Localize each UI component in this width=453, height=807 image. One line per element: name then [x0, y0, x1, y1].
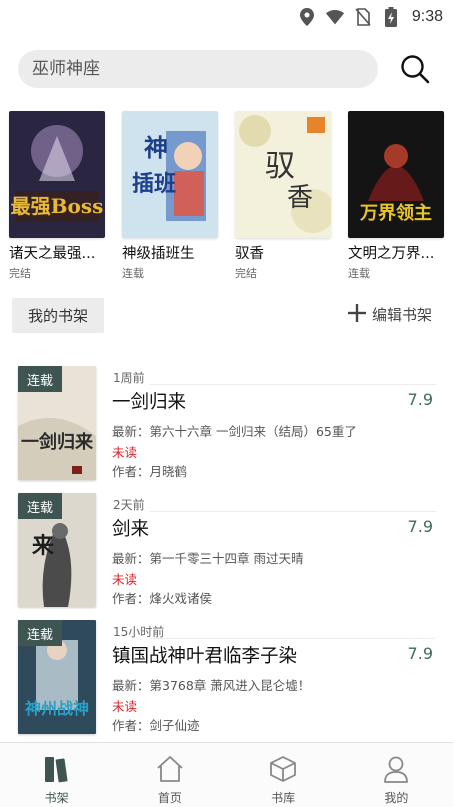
nav-bookshelf[interactable]: 书架 — [0, 743, 113, 807]
svg-text:香: 香 — [287, 183, 313, 213]
book-status: 完结 — [235, 267, 257, 280]
svg-text:神: 神 — [144, 133, 168, 162]
cube-icon — [266, 752, 300, 786]
svg-text:一剑归来: 一剑归来 — [21, 431, 94, 453]
edit-shelf-label: 编辑书架 — [371, 305, 432, 324]
recommended-book[interactable]: 神 插班 神级插班生 连载 — [122, 111, 218, 281]
serializing-badge: 连载 — [18, 366, 62, 392]
book-status: 连载 — [122, 267, 144, 280]
book-status: 连载 — [348, 267, 370, 280]
book-cover: 神 插班 — [122, 111, 218, 238]
wifi-icon — [325, 8, 344, 26]
nav-profile[interactable]: 我的 — [340, 743, 453, 807]
book-cover: 神州战神 连载 — [18, 620, 96, 734]
unread-label: 未读 — [112, 445, 138, 460]
nav-home[interactable]: 首页 — [113, 743, 226, 807]
serializing-badge: 连载 — [18, 493, 62, 519]
svg-text:神州战神: 神州战神 — [25, 699, 89, 718]
battery-charging-icon — [382, 7, 400, 27]
user-icon — [379, 752, 413, 786]
search-box[interactable] — [18, 50, 378, 88]
book-score: 7.9 — [407, 517, 433, 536]
book-score: 7.9 — [407, 390, 433, 409]
my-bookshelf-tab[interactable]: 我的书架 — [12, 298, 104, 333]
recommended-book[interactable]: 万界领主 文明之万界... 连载 — [348, 111, 444, 281]
status-bar: 9:38 — [0, 0, 453, 34]
nav-library[interactable]: 书库 — [227, 743, 340, 807]
nav-label: 书库 — [271, 791, 296, 805]
book-row[interactable]: 神州战神 连载 15小时前 镇国战神叶君临李子染 7.9 最新：第3768章 萧… — [0, 620, 453, 735]
shelf-header: 我的书架 编辑书架 — [12, 298, 442, 334]
svg-text:来: 来 — [31, 533, 55, 559]
book-author: 作者：月晓鹤 — [112, 464, 188, 479]
location-icon — [298, 8, 316, 26]
bookshelf-icon — [40, 752, 74, 786]
divider — [150, 384, 436, 385]
unread-label: 未读 — [112, 572, 138, 587]
update-time: 1周前 — [113, 371, 145, 385]
nav-label: 我的 — [384, 791, 409, 805]
latest-chapter: 最新：第3768章 萧风进入昆仑墟！ — [112, 678, 311, 693]
recommended-book[interactable]: 最强Boss 诸天之最强... 完结 — [9, 111, 105, 281]
search-row — [18, 50, 438, 90]
serializing-badge: 连载 — [18, 620, 62, 646]
bottom-nav: 书架 首页 书库 我的 — [0, 742, 453, 807]
book-title: 剑来 — [112, 519, 150, 540]
book-row[interactable]: 来 连载 2天前 剑来 7.9 最新：第一千零三十四章 雨过天晴 未读 作者：烽… — [0, 493, 453, 608]
book-cover: 来 连载 — [18, 493, 96, 607]
book-author: 作者：烽火戏诸侯 — [112, 591, 213, 606]
clock: 9:38 — [411, 8, 443, 25]
search-icon[interactable] — [398, 52, 432, 86]
nav-label: 首页 — [157, 791, 182, 805]
search-input[interactable] — [32, 59, 352, 79]
home-icon — [153, 752, 187, 786]
plus-icon — [347, 302, 366, 326]
book-title: 神级插班生 — [122, 246, 195, 262]
book-cover: 万界领主 — [348, 111, 444, 238]
latest-chapter: 最新：第六十六章 一剑归来（结局）65重了 — [112, 424, 357, 439]
svg-text:最强Boss: 最强Boss — [11, 194, 104, 218]
recommended-books: 最强Boss 诸天之最强... 完结 神 插班 神级插班生 连载 驭 香 驭香 … — [0, 111, 453, 280]
book-score: 7.9 — [407, 644, 433, 663]
book-status: 完结 — [9, 267, 31, 280]
book-title: 一剑归来 — [112, 392, 187, 413]
book-row[interactable]: 一剑归来 连载 1周前 一剑归来 7.9 最新：第六十六章 一剑归来（结局）65… — [0, 366, 453, 481]
book-title: 文明之万界... — [348, 246, 435, 262]
divider — [150, 511, 436, 512]
svg-text:插班: 插班 — [132, 171, 176, 197]
recommended-book[interactable]: 驭 香 驭香 完结 — [235, 111, 331, 281]
book-title: 诸天之最强... — [9, 246, 96, 262]
latest-chapter: 最新：第一千零三十四章 雨过天晴 — [112, 551, 304, 566]
update-time: 2天前 — [113, 498, 145, 512]
unread-label: 未读 — [112, 699, 138, 714]
svg-text:驭: 驭 — [265, 149, 295, 184]
svg-text:万界领主: 万界领主 — [359, 202, 432, 224]
edit-shelf-button[interactable]: 编辑书架 — [347, 302, 432, 326]
book-title: 驭香 — [235, 246, 264, 262]
no-sim-icon — [354, 8, 372, 26]
book-cover: 一剑归来 连载 — [18, 366, 96, 480]
book-title: 镇国战神叶君临李子染 — [112, 646, 298, 667]
divider — [150, 638, 436, 639]
book-cover: 最强Boss — [9, 111, 105, 238]
book-author: 作者：剑子仙迹 — [112, 718, 200, 733]
nav-label: 书架 — [44, 791, 69, 805]
book-cover: 驭 香 — [235, 111, 331, 238]
